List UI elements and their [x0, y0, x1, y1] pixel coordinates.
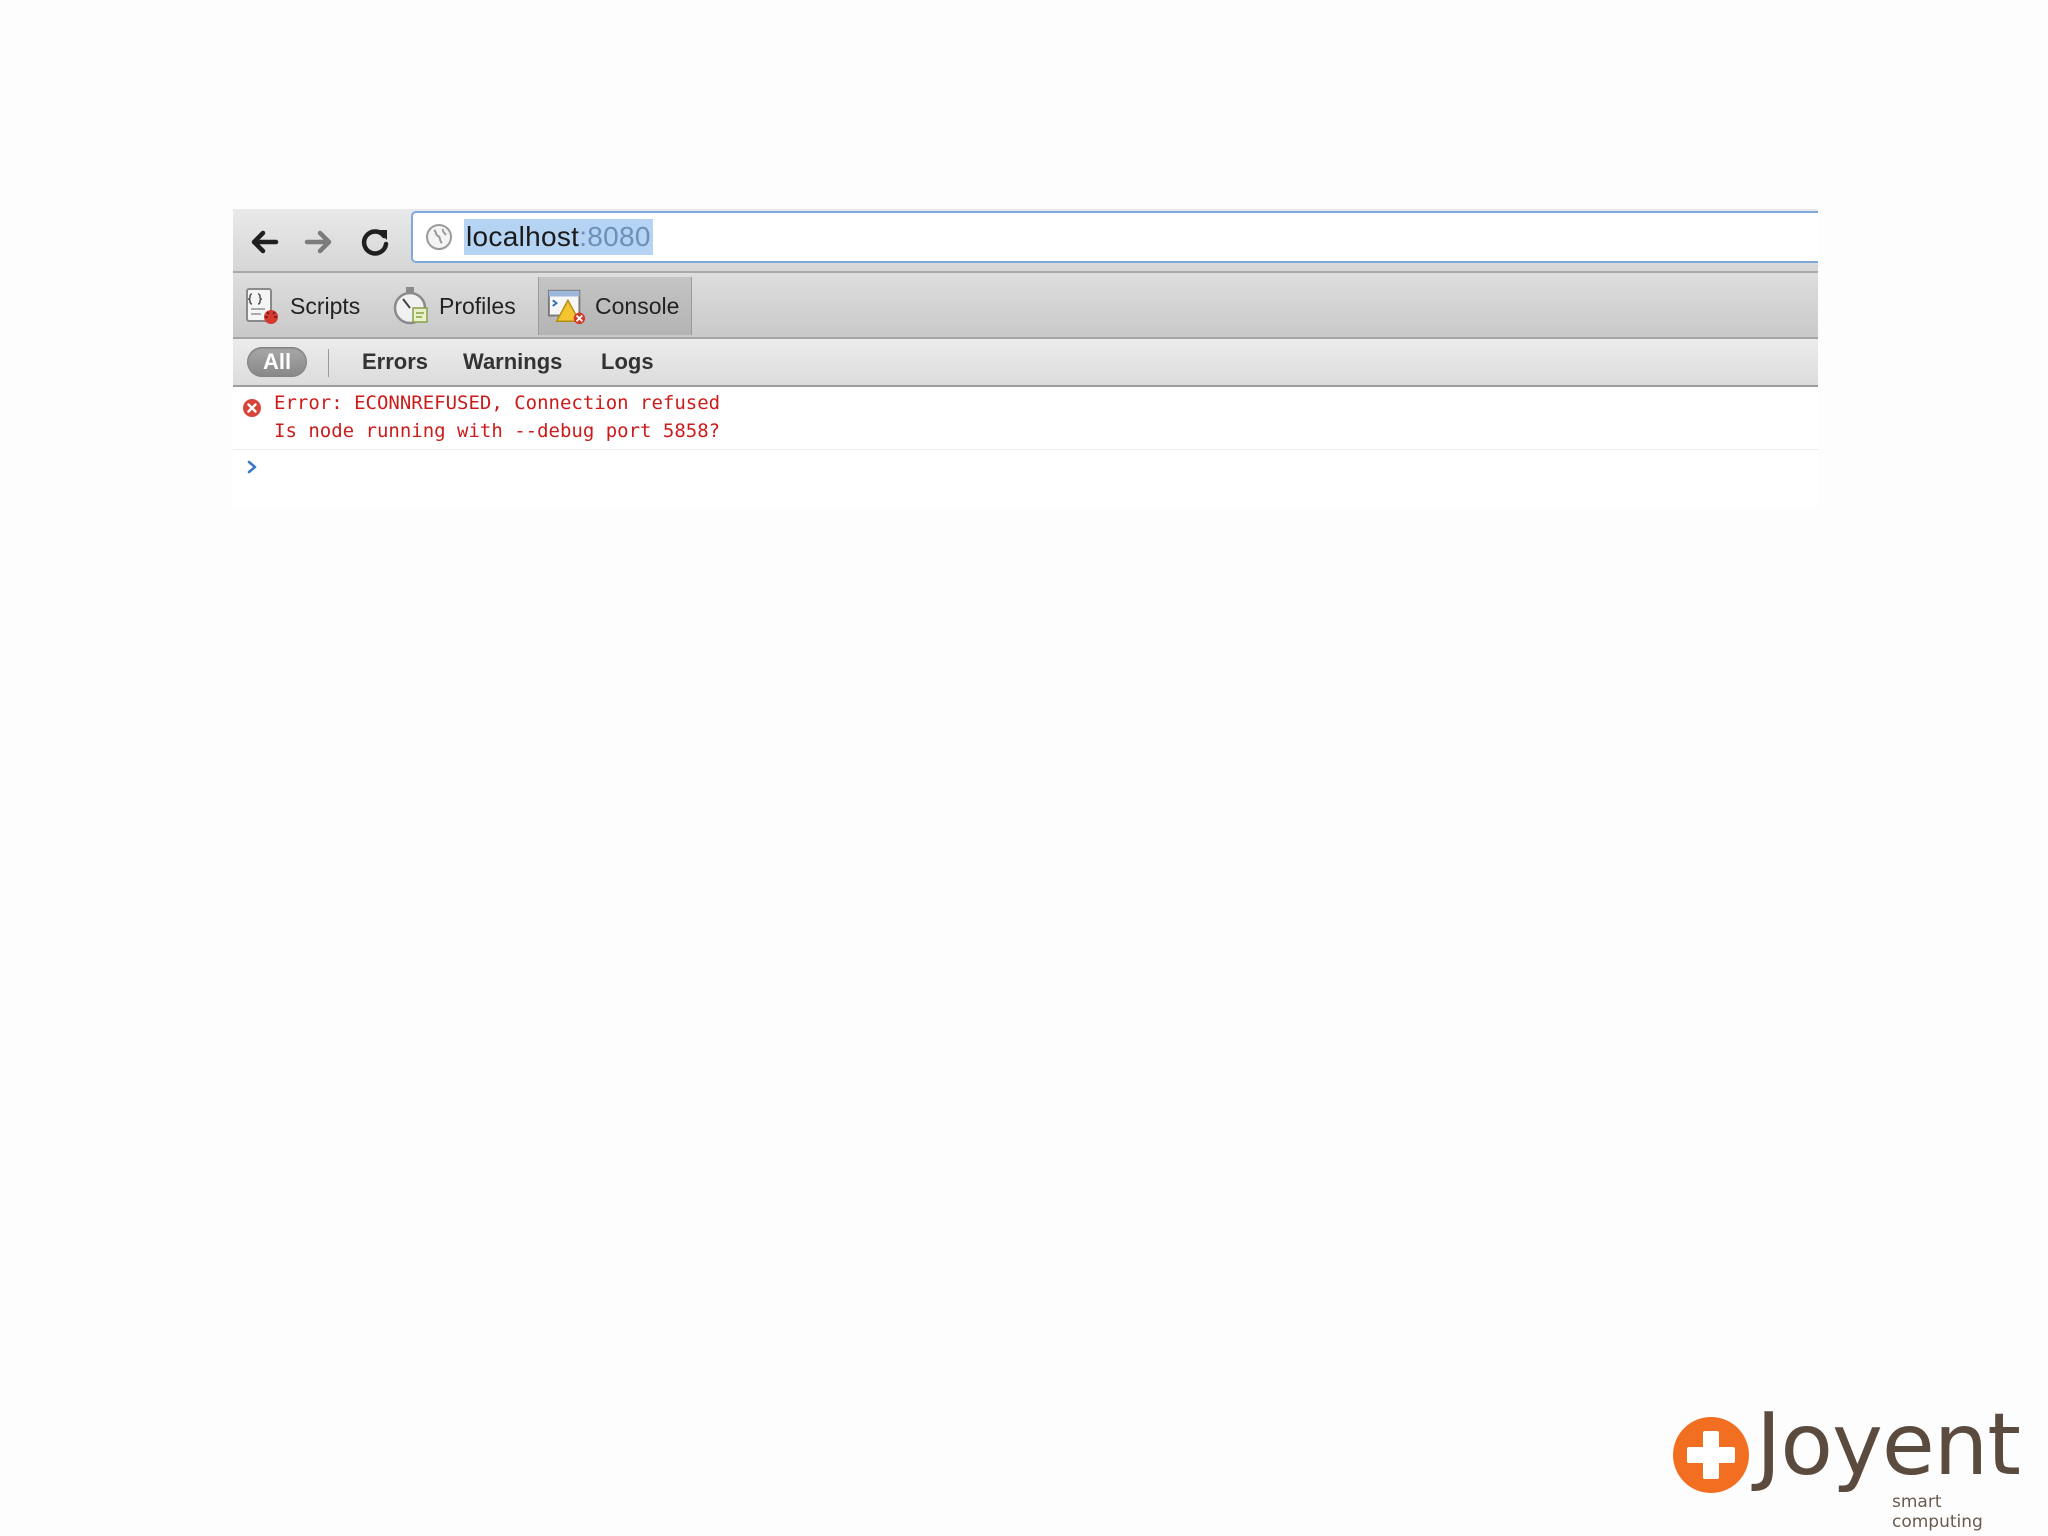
url-host: localhost [466, 221, 580, 252]
tab-profiles[interactable]: Profiles [391, 277, 516, 335]
filter-errors-button[interactable]: Errors [362, 349, 428, 375]
brand-name: Joyent [1756, 1395, 2021, 1495]
tab-console[interactable]: Console [538, 277, 693, 335]
address-bar[interactable]: localhost:8080 [411, 211, 1818, 263]
back-button[interactable] [244, 222, 284, 262]
forward-arrow-icon [304, 230, 332, 254]
reload-button[interactable] [355, 222, 395, 262]
console-icon [547, 286, 587, 326]
joyent-logo: Joyent smart computing [1672, 1398, 2022, 1532]
url-port: :8080 [579, 221, 651, 252]
scripts-icon [242, 286, 282, 326]
forward-button[interactable] [299, 222, 339, 262]
error-icon [243, 399, 261, 417]
error-message-line: Error: ECONNREFUSED, Connection refused [274, 392, 721, 414]
console-filter-bar: All Errors Warnings Logs [233, 339, 1818, 387]
filter-divider [328, 349, 329, 377]
globe-icon [423, 221, 455, 253]
reload-icon [361, 229, 389, 256]
filter-warnings-button[interactable]: Warnings [463, 349, 562, 375]
filter-logs-button[interactable]: Logs [601, 349, 654, 375]
browser-toolbar: localhost:8080 [233, 209, 1818, 273]
back-arrow-icon [251, 230, 279, 254]
devtools-panel-bar: Scripts Profiles Console [233, 273, 1818, 339]
console-error-message: Error: ECONNREFUSED, Connection refused … [233, 387, 1818, 450]
tab-scripts[interactable]: Scripts [242, 277, 360, 335]
browser-window: localhost:8080 Scripts Profiles Console … [233, 209, 1818, 507]
brand-tagline: smart computing [1892, 1492, 1983, 1532]
joyent-plus-icon [1673, 1417, 1749, 1493]
tab-console-label: Console [595, 292, 680, 319]
tab-profiles-label: Profiles [439, 292, 516, 319]
tab-scripts-label: Scripts [290, 292, 361, 319]
error-message-line: Is node running with --debug port 5858? [274, 420, 721, 442]
url-text[interactable]: localhost:8080 [464, 219, 653, 255]
filter-all-button[interactable]: All [247, 347, 307, 377]
profiles-icon [391, 286, 431, 326]
console-output[interactable]: Error: ECONNREFUSED, Connection refused … [233, 387, 1818, 507]
console-prompt-icon[interactable] [245, 457, 261, 477]
